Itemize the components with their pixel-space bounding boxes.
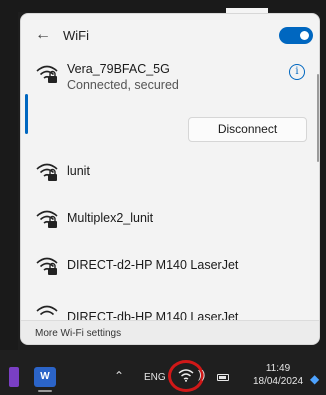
wifi-panel-title: WiFi: [63, 28, 89, 43]
wifi-secured-icon: [36, 305, 58, 316]
network-name: Multiplex2_lunit: [67, 211, 154, 225]
network-list-item[interactable]: lunit: [21, 148, 319, 194]
network-name: lunit: [67, 164, 90, 178]
network-list-item[interactable]: Multiplex2_lunit: [21, 195, 319, 241]
wifi-secured-icon: [36, 210, 58, 228]
disconnect-button[interactable]: Disconnect: [188, 117, 307, 142]
clock-time[interactable]: 11:49: [246, 363, 310, 375]
network-list-item[interactable]: DIRECT-db-HP M140 LaserJet: [21, 290, 319, 320]
volume-icon[interactable]: )): [198, 369, 205, 381]
connected-network-status: Connected, secured: [67, 78, 179, 92]
back-arrow-icon[interactable]: ←: [35, 26, 51, 44]
wifi-secured-icon: [36, 65, 58, 83]
toggle-knob: [300, 31, 309, 40]
taskbar: W ⌃ ENG )) 11:49 18/04/2024 ◆: [0, 350, 326, 395]
wifi-panel-header: ← WiFi: [21, 14, 319, 56]
wifi-secured-icon: [36, 163, 58, 181]
chevron-up-icon[interactable]: ⌃: [114, 369, 124, 383]
wifi-panel-footer: More Wi-Fi settings: [21, 320, 319, 344]
word-icon[interactable]: W: [34, 367, 56, 387]
wifi-toggle[interactable]: [279, 27, 313, 44]
desktop-background: [0, 0, 326, 12]
desktop-background-left: [0, 0, 18, 350]
network-name: DIRECT-d2-HP M140 LaserJet: [67, 258, 239, 272]
network-name: DIRECT-db-HP M140 LaserJet: [67, 310, 239, 320]
running-app-indicator: [38, 390, 52, 392]
notification-bell-icon[interactable]: ◆: [310, 372, 319, 386]
app-icon[interactable]: [9, 367, 19, 387]
wifi-secured-icon: [36, 257, 58, 275]
connected-network-name: Vera_79BFAC_5G: [67, 62, 170, 76]
desktop-background-right: [320, 0, 326, 350]
more-wifi-settings-link[interactable]: More Wi-Fi settings: [35, 328, 121, 339]
network-properties-info-icon[interactable]: i: [289, 64, 305, 80]
wifi-flyout-panel: ← WiFi Vera_79BFAC_5G Connected, secured…: [20, 13, 320, 345]
network-list-item[interactable]: DIRECT-d2-HP M140 LaserJet: [21, 242, 319, 288]
selection-accent-bar: [25, 94, 28, 134]
clock-date[interactable]: 18/04/2024: [243, 376, 313, 387]
wifi-icon[interactable]: [178, 368, 194, 382]
language-indicator[interactable]: ENG: [144, 372, 166, 383]
battery-icon[interactable]: [217, 374, 229, 381]
